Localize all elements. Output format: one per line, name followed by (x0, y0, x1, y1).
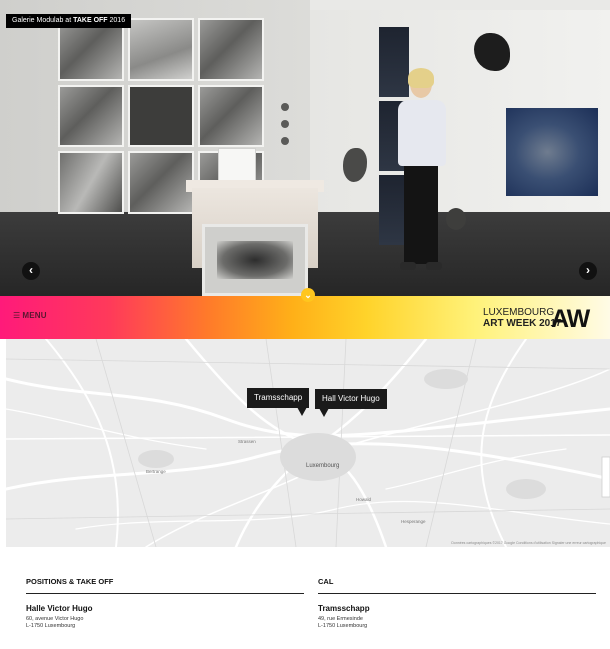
person-figure (392, 68, 452, 274)
venue-column: POSITIONS & TAKE OFF Halle Victor Hugo 6… (26, 577, 304, 630)
venue-heading: POSITIONS & TAKE OFF (26, 577, 114, 586)
venue-name: Halle Victor Hugo (26, 604, 93, 613)
divider (26, 593, 304, 594)
brand-logo[interactable]: LUXEMBOURG ART WEEK 2017 AW (483, 305, 603, 333)
blue-canvas (506, 108, 598, 196)
artwork-tile (58, 84, 124, 148)
map-roads (6, 339, 610, 547)
venue-address-line: L-1750 Luxembourg (26, 623, 76, 629)
display-card (218, 148, 256, 182)
map-place-label: Bertrange (146, 469, 166, 474)
brand-line-2: ART WEEK 2017 (483, 318, 562, 329)
artwork-tile (128, 84, 194, 148)
map-place-label: Howald (356, 497, 372, 502)
map-place-label: Strassen (238, 439, 256, 444)
brand-wordmark: LUXEMBOURG ART WEEK 2017 (483, 307, 562, 329)
map-marker-halle-victor-hugo[interactable]: Hall Victor Hugo (315, 389, 387, 417)
chevron-down-icon: ⌄ (304, 290, 312, 300)
artwork-tile (128, 151, 194, 214)
artwork-tile (198, 84, 264, 148)
venue-name: Tramsschapp (318, 604, 370, 613)
hero-slideshow: Galerie Modulab at TAKE OFF 2016 ‹ › (0, 0, 610, 296)
chevron-left-icon: ‹ (29, 263, 33, 277)
chevron-right-icon: › (586, 263, 590, 277)
brand-mark: AW (551, 305, 590, 333)
previous-slide-button[interactable]: ‹ (22, 262, 40, 280)
brand-line-1: LUXEMBOURG (483, 307, 555, 318)
artwork-tile (198, 18, 264, 81)
venue-address-line: L-1750 Luxembourg (318, 623, 368, 629)
artwork-tile (128, 18, 194, 81)
venue-address-line: 60, avenue Victor Hugo (26, 616, 84, 622)
next-slide-button[interactable]: › (579, 262, 597, 280)
map-place-label: Hesperange (401, 519, 426, 524)
map-place-label: Luxembourg (306, 463, 340, 469)
framed-artwork (202, 224, 308, 296)
scroll-down-button[interactable]: ⌄ (301, 288, 315, 302)
venue-address-line: 49, rue Ermesinde (318, 616, 363, 622)
artwork-tile (58, 151, 124, 214)
map-marker-tramsschapp[interactable]: Tramsschapp (247, 388, 310, 416)
map-attribution[interactable]: Données cartographiques ©2017 Google Con… (451, 541, 606, 545)
venue-map[interactable]: Tramsschapp Hall Victor Hugo Luxembourg … (6, 339, 610, 547)
venue-column: CAL Tramsschapp 49, rue Ermesinde L-1750… (318, 577, 596, 630)
framed-artwork-image (217, 241, 293, 279)
slide-caption: Galerie Modulab at TAKE OFF 2016 (6, 14, 132, 28)
hamburger-icon: ☰ (13, 311, 21, 320)
menu-button[interactable]: ☰ MENU (13, 311, 47, 320)
wall-discs (281, 103, 289, 154)
venue-heading: CAL (318, 577, 334, 586)
divider (318, 593, 596, 594)
